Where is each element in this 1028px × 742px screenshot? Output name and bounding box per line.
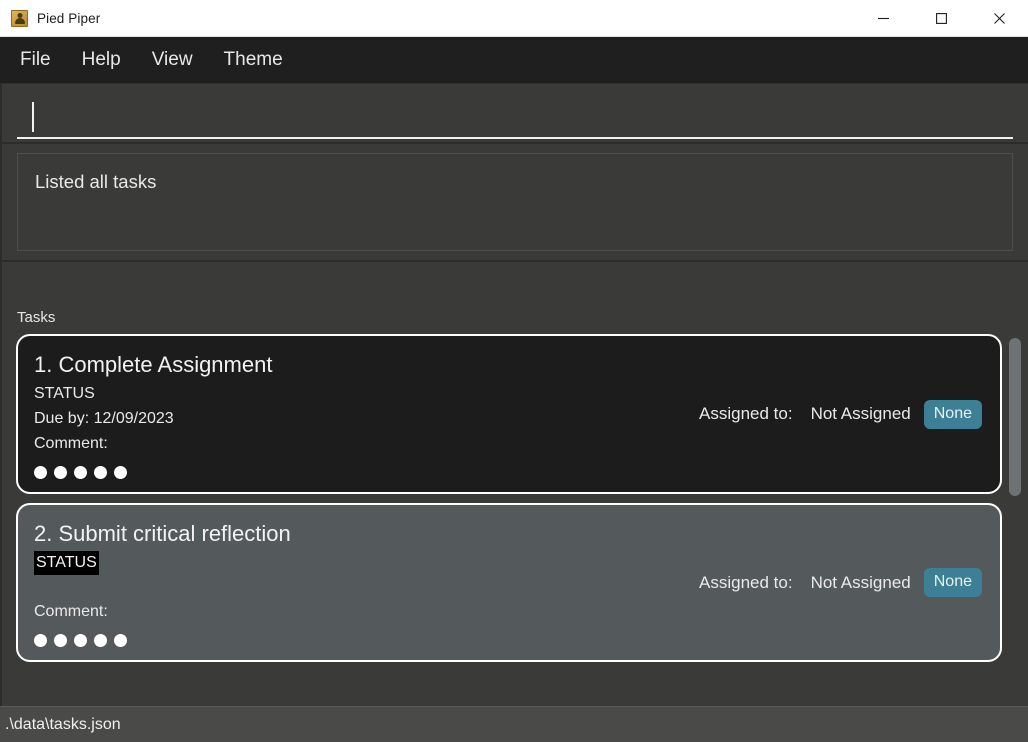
command-input-wrapper xyxy=(17,95,1013,139)
comment-dot xyxy=(94,634,107,648)
task-due-date xyxy=(34,575,699,600)
command-input[interactable] xyxy=(17,95,1013,134)
task-card[interactable]: 2. Submit critical reflection STATUS Comme… xyxy=(16,502,1002,663)
title-bar-left: Pied Piper xyxy=(0,9,854,27)
status-bar-path: .\data\tasks.json xyxy=(5,715,121,733)
minimize-icon xyxy=(877,17,889,19)
menu-item-view[interactable]: View xyxy=(150,47,195,73)
assign-badge-button[interactable]: None xyxy=(923,399,982,429)
comment-dot xyxy=(34,465,47,479)
tasks-scrollbar-track[interactable] xyxy=(1008,334,1022,702)
title-bar: Pied Piper xyxy=(0,0,1028,37)
tasks-label: Tasks xyxy=(17,309,56,326)
comment-dot xyxy=(54,634,67,648)
assignee-name: Not Assigned xyxy=(810,572,911,592)
window-title: Pied Piper xyxy=(37,10,101,26)
tasks-scrollbar-thumb[interactable] xyxy=(1009,338,1021,496)
task-comment-dots xyxy=(34,465,699,479)
output-box: Listed all tasks xyxy=(17,153,1013,251)
application-window: Pied Piper File Help View Theme Listed a… xyxy=(0,0,1028,742)
status-bar: .\data\tasks.json xyxy=(0,706,1028,742)
assignee-name: Not Assigned xyxy=(810,404,911,424)
command-input-panel xyxy=(2,84,1028,144)
body-area: Listed all tasks Tasks 1. Complete Assig… xyxy=(0,84,1028,706)
task-comment-label: Comment: xyxy=(34,434,108,452)
comment-dot xyxy=(94,465,107,479)
assign-badge-button[interactable]: None xyxy=(923,568,982,598)
window-controls xyxy=(854,0,1028,36)
task-main: 2. Submit critical reflection STATUS Comme… xyxy=(34,519,699,648)
task-comment-label: Comment: xyxy=(34,603,108,621)
task-assignment-area: Assigned to: Not Assigned None xyxy=(699,399,984,429)
comment-dot xyxy=(114,634,127,648)
maximize-button[interactable] xyxy=(912,0,970,36)
task-comment-dots xyxy=(34,634,699,648)
assigned-to-label: Assigned to: xyxy=(699,404,793,424)
comment-dot xyxy=(54,465,67,479)
comment-dot xyxy=(74,465,87,479)
tasks-scroll-area[interactable]: 1. Complete Assignment STATUS Due by: 12/0… xyxy=(2,334,1028,706)
tasks-list: 1. Complete Assignment STATUS Due by: 12/0… xyxy=(16,334,1002,663)
assigned-to-label: Assigned to: xyxy=(699,572,793,592)
comment-dot xyxy=(74,634,87,648)
comment-dot xyxy=(34,634,47,648)
minimize-button[interactable] xyxy=(854,0,912,36)
output-message: Listed all tasks xyxy=(35,171,157,192)
task-assignment-area: Assigned to: Not Assigned None xyxy=(699,568,984,598)
task-card[interactable]: 1. Complete Assignment STATUS Due by: 12/0… xyxy=(16,334,1002,494)
text-caret xyxy=(32,102,34,132)
person-icon xyxy=(11,9,28,27)
menu-bar: File Help View Theme xyxy=(0,37,1028,84)
maximize-icon xyxy=(935,12,947,24)
task-title: 1. Complete Assignment xyxy=(34,352,273,377)
menu-item-file[interactable]: File xyxy=(18,47,53,73)
task-main: 1. Complete Assignment STATUS Due by: 12/0… xyxy=(34,350,699,479)
task-due-date: Due by: 12/09/2023 xyxy=(34,409,174,427)
menu-item-theme[interactable]: Theme xyxy=(222,47,285,73)
close-button[interactable] xyxy=(970,0,1028,36)
task-status-row: STATUS xyxy=(34,382,699,407)
task-status: STATUS xyxy=(34,385,95,403)
output-panel: Listed all tasks xyxy=(2,144,1028,262)
menu-item-help[interactable]: Help xyxy=(80,47,123,73)
tasks-region: Tasks 1. Complete Assignment STATUS Due by… xyxy=(2,262,1028,706)
task-title: 2. Submit critical reflection xyxy=(34,520,291,546)
comment-dot xyxy=(114,465,127,479)
task-status-row: STATUS xyxy=(34,550,699,576)
close-icon xyxy=(993,12,1005,24)
task-status: STATUS xyxy=(34,550,99,576)
